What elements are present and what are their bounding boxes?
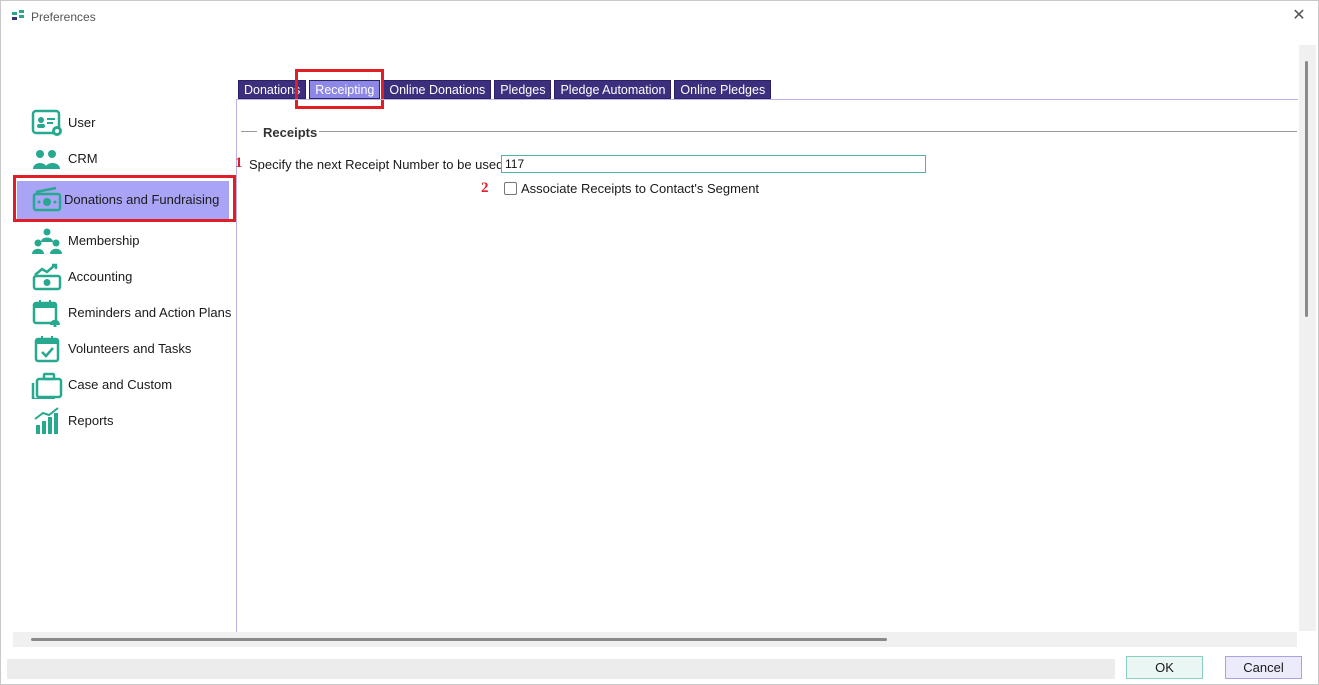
money-icon (32, 186, 62, 212)
sidebar-item-label: Donations and Fundraising (64, 192, 220, 207)
app-logo-icon (12, 10, 24, 20)
sidebar-item-label: Reminders and Action Plans (68, 305, 232, 320)
title-bar: Preferences ✕ (1, 1, 1318, 33)
tab-receipting[interactable]: Receipting (309, 80, 381, 99)
calendar-bell-icon (32, 300, 60, 327)
bar-chart-icon (34, 407, 59, 434)
receipt-number-label: Specify the next Receipt Number to be us… (249, 157, 504, 172)
group-separator-right (319, 131, 1297, 132)
associate-receipts-label: Associate Receipts to Contact's Segment (521, 181, 760, 196)
cash-chart-icon (32, 263, 62, 291)
sidebar-item-label: CRM (68, 151, 98, 166)
briefcase-icon (31, 372, 63, 399)
status-bar (7, 659, 1115, 679)
sidebar-item-label: Volunteers and Tasks (68, 341, 192, 356)
user-card-icon (31, 109, 62, 136)
receipts-group-title: Receipts (263, 125, 318, 140)
sidebar-item-label: Reports (68, 413, 114, 428)
vertical-scrollbar-thumb[interactable] (1305, 61, 1308, 317)
preferences-window: Preferences ✕ Donations Receipting Onlin… (0, 0, 1319, 685)
annotation-2: 2 (481, 180, 489, 196)
tab-online-donations[interactable]: Online Donations (383, 80, 492, 99)
tab-pledges[interactable]: Pledges (494, 80, 552, 99)
close-icon[interactable]: ✕ (1290, 7, 1308, 25)
horizontal-scrollbar-thumb[interactable] (31, 638, 887, 641)
sidebar-item-user[interactable]: User (13, 105, 237, 141)
group-separator-left (241, 131, 257, 132)
sidebar-item-label: User (68, 115, 96, 130)
annotation-1: 1 (235, 155, 243, 171)
sidebar-item-reminders-and-action-plans[interactable]: Reminders and Action Plans (13, 295, 237, 331)
calendar-check-icon (34, 336, 60, 363)
sidebar-item-volunteers-and-tasks[interactable]: Volunteers and Tasks (13, 331, 237, 367)
sidebar-item-reports[interactable]: Reports (13, 403, 237, 439)
content-panel (236, 99, 1298, 632)
sidebar: User CRM Donations and Fundraising Membe… (13, 105, 237, 439)
tab-donations[interactable]: Donations (238, 80, 307, 99)
tab-online-pledges[interactable]: Online Pledges (674, 80, 772, 99)
ok-button[interactable]: OK (1126, 656, 1203, 679)
people-icon (33, 150, 60, 169)
group-icon (32, 228, 62, 254)
tab-pledge-automation[interactable]: Pledge Automation (554, 80, 672, 99)
receipt-number-input[interactable] (501, 155, 926, 173)
associate-receipts-checkbox[interactable] (504, 182, 517, 195)
window-title: Preferences (31, 10, 96, 24)
preference-tabs: Donations Receipting Online Donations Pl… (238, 80, 774, 99)
sidebar-item-membership[interactable]: Membership (13, 223, 237, 259)
sidebar-item-donations-and-fundraising[interactable]: Donations and Fundraising (17, 181, 229, 219)
sidebar-item-label: Accounting (68, 269, 133, 284)
cancel-button[interactable]: Cancel (1225, 656, 1302, 679)
sidebar-item-crm[interactable]: CRM (13, 141, 237, 177)
sidebar-item-label: Case and Custom (68, 377, 173, 392)
sidebar-item-accounting[interactable]: Accounting (13, 259, 237, 295)
sidebar-item-label: Membership (68, 233, 140, 248)
sidebar-item-case-and-custom[interactable]: Case and Custom (13, 367, 237, 403)
